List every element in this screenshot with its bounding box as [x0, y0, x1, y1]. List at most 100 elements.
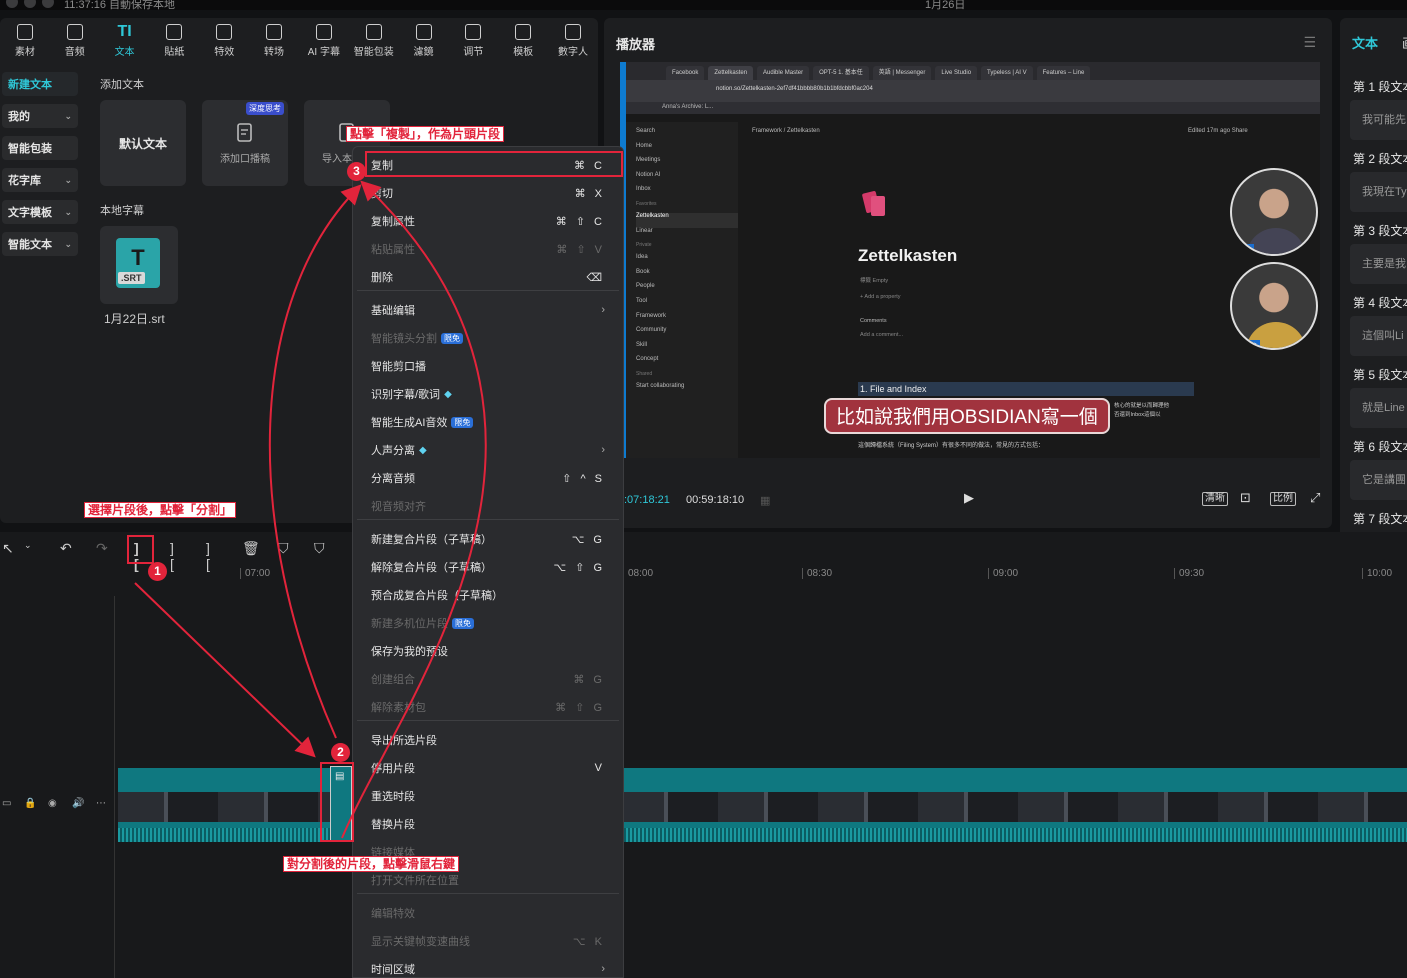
ratio-button[interactable]: 比例 [1270, 492, 1296, 506]
menu-item-17[interactable]: 保存为我的预设 [371, 641, 605, 661]
menu-item-23[interactable]: 替换片段 [371, 814, 605, 834]
menu-item-2[interactable]: 复制属性 ⌘ ⇧ C [371, 211, 605, 231]
tab-next[interactable]: 画 [1402, 33, 1407, 52]
menu-item-8[interactable]: 识别字幕/歌词 ◆ [371, 384, 605, 404]
eye-icon[interactable]: ◉ [48, 798, 57, 809]
menu-item-10[interactable]: 人声分离 ◆ › [371, 440, 605, 460]
sidebar-item-5[interactable]: 智能文本 ⌄ [2, 232, 78, 256]
menu-item-5[interactable]: 基础编辑 › [371, 300, 605, 320]
track-cover-icon[interactable]: ▭ [2, 798, 11, 809]
menu-item-22[interactable]: 重选时段 [371, 786, 605, 806]
tab-effects[interactable]: 特效 [199, 18, 249, 64]
sidebar-item-2[interactable]: 智能包装 [2, 136, 78, 160]
menu-item-26: 编辑特效 [371, 903, 605, 923]
menu-item-11[interactable]: 分离音频 ⇧ ^ S [371, 468, 605, 488]
menu-item-label: 显示关键帧变速曲线 [371, 936, 470, 948]
sidebar-item-3[interactable]: 花字库 ⌄ [2, 168, 78, 192]
menu-item-1[interactable]: 剪切 ⌘ X [371, 183, 605, 203]
menu-item-18: 创建组合 ⌘ G [371, 669, 605, 689]
sidebar-item-4[interactable]: 文字模板 ⌄ [2, 200, 78, 224]
undo-icon[interactable]: ↶ [60, 540, 72, 557]
quality-button[interactable]: 清晰 [1202, 492, 1228, 506]
zoom-fit-icon[interactable]: ⊡ [1240, 490, 1251, 506]
menu-shortcut: ⌥ ⇧ G [553, 561, 605, 574]
sidebar-item-1[interactable]: 我的 ⌄ [2, 104, 78, 128]
play-icon[interactable]: ▶ [964, 490, 974, 506]
notion-edited: Edited 17m ago Share [1188, 128, 1248, 134]
srt-file-thumbnail[interactable]: T .SRT [100, 226, 178, 304]
audio-icon [66, 24, 83, 40]
notion-body-side: 核心的就是以而歸理他 否還到Inbox這個以 [1114, 403, 1170, 418]
sidebar-item-label: 我的 [8, 111, 30, 123]
fullscreen-icon[interactable]: ⤢ [1310, 490, 1320, 506]
menu-item-label: 导出所选片段 [371, 735, 437, 747]
segment-title: 第 7 段文本 [1353, 512, 1407, 526]
menu-item-9[interactable]: 智能生成AI音效 限免 [371, 412, 605, 432]
segment-title: 第 6 段文本 [1353, 440, 1407, 454]
segment-text[interactable]: 我現在Ty [1350, 172, 1407, 212]
segment-text[interactable]: 就是Line [1350, 388, 1407, 428]
default-text-card[interactable]: 默认文本 [100, 100, 186, 186]
menu-item-20[interactable]: 导出所选片段 [371, 730, 605, 750]
window-minimize-icon[interactable] [24, 0, 36, 8]
menu-shortcut: ⇧ ^ S [562, 472, 605, 485]
menu-item-13[interactable]: 新建复合片段（子草稿） ⌥ G [371, 529, 605, 549]
ai-caption-icon [315, 24, 332, 40]
select-tool-chevron-icon[interactable]: ⌄ [24, 540, 32, 551]
filter-icon [415, 24, 432, 40]
ruler-tick: 09:00 [988, 568, 1018, 579]
redo-icon[interactable]: ↷ [96, 540, 108, 557]
notion-prop-tag: 標籤 Empty [860, 278, 889, 284]
sidebar-item-label: 新建文本 [8, 79, 52, 91]
shield-icon[interactable]: ⛉ [314, 540, 325, 557]
tab-template[interactable]: 模板 [498, 18, 548, 64]
system-bar: 11:37:16 自動保存本地 1月26日 [0, 0, 1407, 11]
notion-sidebar-item: Zettelkasten [636, 212, 738, 228]
local-subtitles-title: 本地字幕 [100, 205, 144, 217]
tab-sticker[interactable]: 貼紙 [149, 18, 199, 64]
segment-text[interactable]: 主要是我 [1350, 244, 1407, 284]
menu-item-21[interactable]: 停用片段 V [371, 758, 605, 778]
more-icon[interactable]: ⋯ [96, 798, 106, 809]
menu-item-14[interactable]: 解除复合片段（子草稿） ⌥ ⇧ G [371, 557, 605, 577]
tab-filter[interactable]: 濾鏡 [399, 18, 449, 64]
lock-icon[interactable]: 🔒 [24, 798, 36, 809]
tab-media[interactable]: 素材 [0, 18, 50, 64]
segment-text[interactable]: 它是講團 [1350, 460, 1407, 500]
tab-text[interactable]: TI 文本 [100, 18, 150, 64]
menu-item-7[interactable]: 智能剪口播 [371, 356, 605, 376]
tab-adjust[interactable]: 调节 [448, 18, 498, 64]
tab-text[interactable]: 文本 [1352, 33, 1378, 52]
time-ruler[interactable]: 07:00 08:00 08:30 09:00 09:30 10:00 [118, 568, 1407, 582]
sidebar-item-0[interactable]: 新建文本 [2, 72, 78, 96]
add-script-card[interactable]: 深度思考 添加口播稿 [202, 100, 288, 186]
video-preview[interactable]: Facebook Zettelkasten Audible Master OPT-5 … [620, 62, 1320, 458]
tab-smart-pack[interactable]: 智能包装 [349, 18, 399, 64]
menu-item-label: 编辑特效 [371, 908, 415, 920]
select-tool-icon[interactable]: ↖ [2, 540, 14, 557]
ruler-tick: 10:00 [1362, 568, 1392, 579]
tab-audio[interactable]: 音频 [50, 18, 100, 64]
menu-item-15[interactable]: 预合成复合片段（子草稿） [371, 585, 605, 605]
ruler-tick: 08:30 [802, 568, 832, 579]
tab-transition[interactable]: 转场 [249, 18, 299, 64]
video-track-clip[interactable] [118, 768, 1407, 842]
volume-icon[interactable]: 🔊 [72, 798, 84, 809]
segment-text[interactable]: 這個叫Li [1350, 316, 1407, 356]
text-sidebar: 新建文本我的 ⌄ 智能包装花字库 ⌄ 文字模板 ⌄ 智能文本 ⌄ [0, 72, 84, 264]
window-close-icon[interactable] [6, 0, 18, 8]
segment-text[interactable]: 我可能先 [1350, 100, 1407, 140]
notion-add-property: + Add a property [860, 294, 901, 300]
segment-title: 第 3 段文本 [1353, 224, 1407, 238]
tab-avatar[interactable]: 數字人 [548, 18, 598, 64]
menu-item-28[interactable]: 时间区域 › [371, 959, 605, 978]
delete-icon[interactable]: 🗑 [242, 540, 260, 557]
player-menu-icon[interactable]: ☰ [1303, 34, 1316, 51]
tab-label: 调节 [463, 47, 484, 58]
freeze-icon[interactable]: ⛉ [278, 540, 289, 557]
webcam-host-2: 王詠峰 [1230, 262, 1318, 350]
menu-item-4[interactable]: 删除 ⌫ [371, 267, 605, 287]
tab-ai-caption[interactable]: AI 字幕 [299, 18, 349, 64]
notion-sidebar-item: Private [636, 242, 652, 249]
window-zoom-icon[interactable] [42, 0, 54, 8]
